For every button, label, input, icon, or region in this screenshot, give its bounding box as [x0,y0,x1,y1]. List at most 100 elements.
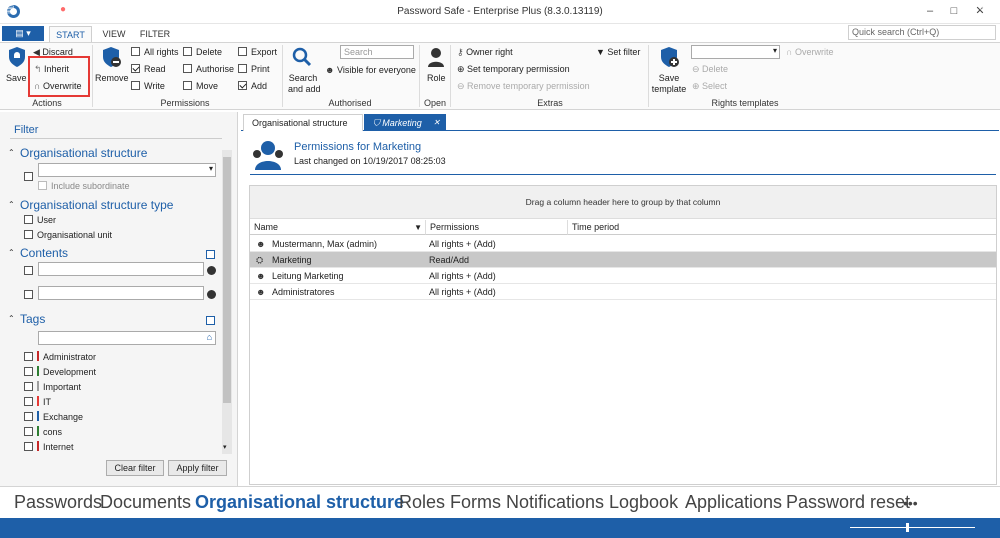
cell-permissions: All rights + (Add) [429,239,496,249]
nav-roles[interactable]: Roles [399,492,445,513]
nav-passwords[interactable]: Passwords [14,492,102,513]
nav-applications[interactable]: Applications [685,492,782,513]
ribbon-tab-start[interactable]: START [49,26,92,43]
tab-organisational-structure[interactable]: Organisational structure [243,114,363,131]
org-unit-checkbox[interactable]: Organisational unit [24,230,112,240]
tag-item[interactable]: Exchange [24,411,83,422]
org-structure-select[interactable]: ▾ [38,163,216,177]
tag-item[interactable]: Administrator [24,351,96,362]
maximize-button[interactable]: □ [944,3,964,19]
table-row[interactable]: ☻ Leitung Marketing All rights + (Add) [250,268,996,284]
close-tab-icon[interactable]: ✕ [433,115,440,131]
app-menu-button[interactable]: ▤ ▾ [2,26,44,41]
authorise-checkbox[interactable]: Authorise [183,64,234,75]
set-temporary-permission-button[interactable]: ⊕ Set temporary permission [457,64,570,75]
checkbox-icon [24,172,33,181]
nav-forms[interactable]: Forms [450,492,501,513]
page-title: Permissions for Marketing [294,141,422,153]
nav-password-reset[interactable]: Password reset [786,492,910,513]
zoom-slider[interactable] [850,527,975,528]
nav-documents[interactable]: Documents [100,492,191,513]
contents-input-1[interactable] [38,262,204,276]
contents-checkbox-2[interactable] [24,290,37,300]
collapse-icon[interactable]: ⌃ [8,314,15,323]
table-row[interactable]: ☻ Mustermann, Max (admin) All rights + (Ad… [250,236,996,252]
remove-button[interactable]: Remove [95,73,129,84]
clear-filter-button[interactable]: Clear filter [106,460,164,476]
filter-scrollbar-thumb[interactable] [223,157,231,403]
quick-search-input[interactable]: Quick search (Ctrl+Q) [848,25,996,40]
contents-checkbox-1[interactable] [24,266,37,276]
collapse-icon[interactable]: ⌃ [8,200,15,209]
set-filter-button[interactable]: ▼ Set filter [596,47,640,58]
nav-more[interactable]: ••• [903,495,918,511]
scroll-down-icon[interactable]: ▾ [223,443,227,451]
tags-toggle-checkbox[interactable] [206,316,219,326]
contents-input-2[interactable] [38,286,204,300]
collapse-icon[interactable]: ⌃ [8,248,15,257]
filter-icon[interactable]: ▼ [414,220,422,235]
contents-toggle-checkbox[interactable] [206,250,219,260]
nav-notifications[interactable]: Notifications [506,492,604,513]
column-header-time-period[interactable]: Time period [568,220,996,235]
role-button[interactable]: Role [427,73,446,84]
remove-circle-icon[interactable] [207,290,216,299]
save-template-label-2: template [651,84,687,94]
export-checkbox[interactable]: Export [238,47,277,58]
select-template-label: Select [702,81,728,91]
delete-checkbox[interactable]: Delete [183,47,222,58]
user-icon: ● [60,4,67,15]
read-checkbox[interactable]: Read [131,64,166,75]
table-row[interactable]: ⛭ Marketing Read/Add [250,252,996,268]
remove-circle-icon[interactable] [207,266,216,275]
group-by-bar[interactable]: Drag a column header here to group by th… [250,186,996,219]
minimize-button[interactable]: – [920,3,940,19]
tags-input[interactable]: ⌂ [38,331,216,345]
rights-template-select[interactable]: ▾ [691,45,780,59]
delete-template-button[interactable]: ⊖ Delete [692,64,728,75]
nav-logbook[interactable]: Logbook [609,492,678,513]
write-checkbox[interactable]: Write [131,81,165,92]
ribbon-separator [450,45,451,107]
status-user[interactable]: Mustermann, Max (admin) [72,5,189,16]
org-structure-checkbox[interactable] [24,172,37,182]
add-checkbox[interactable]: Add [238,81,267,92]
tag-item[interactable]: Important [24,381,81,392]
visible-for-everyone-button[interactable]: ☻ Visible for everyone [325,65,416,76]
checkbox-icon [24,442,33,451]
table-row[interactable]: ☻ Administratores All rights + (Add) [250,284,996,300]
read-label: Read [144,64,166,74]
ribbon-tab-view[interactable]: VIEW [96,26,132,43]
ribbon: Save ◀ Discard ↰ Inherit ∩ Overwrite Act… [0,42,1000,110]
authorised-search-input[interactable]: Search [340,45,414,59]
overwrite-template-button[interactable]: ∩ Overwrite [786,47,834,58]
remove-temporary-permission-label: Remove temporary permission [467,81,590,91]
nav-organisational-structure[interactable]: Organisational structure [195,492,404,513]
collapse-icon[interactable]: ⌃ [8,148,15,157]
zoom-in-icon[interactable]: + [978,3,984,14]
tag-item[interactable]: Internet [24,441,74,452]
ribbon-tab-filter[interactable]: FILTER [136,26,174,43]
remove-temporary-permission-button[interactable]: ⊖ Remove temporary permission [457,81,590,92]
search-and-add-button[interactable]: Search and add [288,73,321,95]
status-database[interactable]: Demo [20,5,47,16]
all-rights-checkbox[interactable]: All rights [131,47,179,58]
tab-marketing[interactable]: ⛉ Marketing ✕ [364,114,446,131]
save-button[interactable]: Save [6,73,27,84]
user-checkbox[interactable]: User [24,215,56,225]
tag-item[interactable]: Development [24,366,96,377]
owner-right-button[interactable]: ⚷ Owner right [457,47,513,58]
apply-filter-button[interactable]: Apply filter [168,460,227,476]
add-circle-icon: ⊕ [457,64,468,74]
include-subordinate-checkbox[interactable]: Include subordinate [38,181,130,191]
column-header-name[interactable]: Name ▼ [250,220,426,235]
tag-item[interactable]: cons [24,426,62,437]
print-checkbox[interactable]: Print [238,64,270,75]
zoom-slider-knob[interactable] [906,523,909,532]
select-template-button[interactable]: ⊕ Select [692,81,727,92]
zoom-out-icon[interactable]: − [842,3,848,14]
move-checkbox[interactable]: Move [183,81,218,92]
tag-item[interactable]: IT [24,396,51,407]
save-template-button[interactable]: Save template [651,73,687,95]
column-header-permissions[interactable]: Permissions [426,220,568,235]
